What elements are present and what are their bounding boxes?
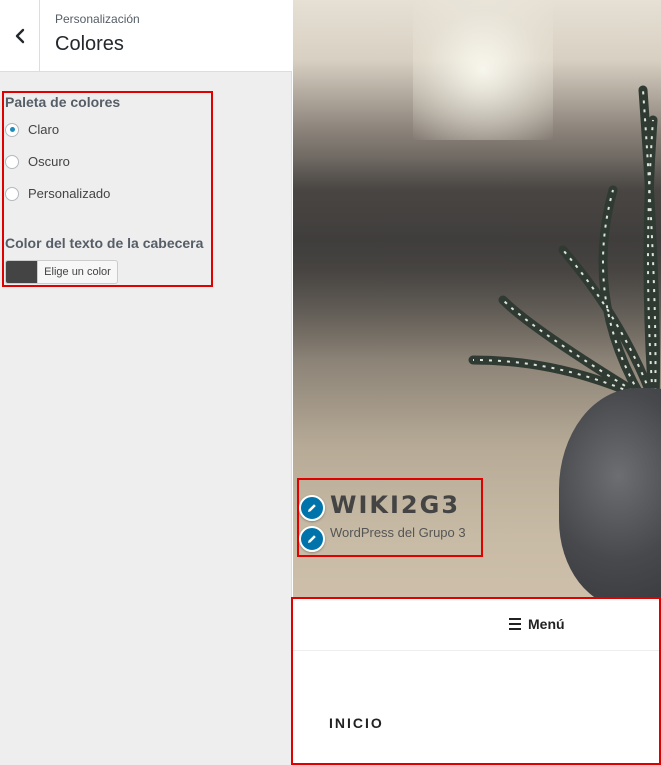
nav-bar: Menú: [293, 597, 661, 651]
plant-image: [468, 85, 660, 405]
radio-option-oscuro[interactable]: Oscuro: [5, 154, 70, 169]
menu-toggle-label: Menú: [528, 616, 565, 632]
pencil-icon: [308, 504, 316, 512]
chevron-left-icon: [15, 28, 24, 43]
edit-site-title-button[interactable]: [299, 495, 325, 521]
panel-header: Personalización Colores: [0, 0, 292, 72]
edit-site-description-button[interactable]: [299, 526, 325, 552]
header-text-color-heading: Color del texto de la cabecera: [5, 235, 204, 251]
radio-label: Oscuro: [28, 154, 70, 169]
color-picker-button[interactable]: Elige un color: [5, 260, 118, 284]
panel-title: Colores: [55, 33, 124, 55]
color-swatch[interactable]: [6, 261, 37, 283]
radio-option-personalizado[interactable]: Personalizado: [5, 186, 110, 201]
palette-heading: Paleta de colores: [5, 94, 121, 110]
customizer-sidebar: Personalización Colores Paleta de colore…: [0, 0, 292, 765]
radio-button[interactable]: [5, 154, 19, 169]
site-navigation: Menú INICIO: [293, 597, 661, 765]
color-picker-label: Elige un color: [37, 261, 117, 283]
site-description: WordPress del Grupo 3: [330, 525, 466, 540]
radio-label: Claro: [28, 122, 60, 137]
menu-toggle-button[interactable]: Menú: [509, 616, 565, 632]
breadcrumb: Personalización: [55, 12, 140, 26]
radio-label: Personalizado: [28, 186, 111, 201]
header-image: WIKI2G3 WordPress del Grupo 3: [293, 0, 661, 597]
pencil-icon: [308, 535, 316, 543]
site-title[interactable]: WIKI2G3: [330, 491, 460, 519]
radio-button-checked[interactable]: [5, 122, 19, 137]
site-preview: WIKI2G3 WordPress del Grupo 3 Menú INICI…: [293, 0, 661, 765]
radio-button[interactable]: [5, 186, 19, 201]
back-button[interactable]: [0, 0, 40, 71]
hamburger-icon: [509, 618, 521, 630]
radio-option-claro[interactable]: Claro: [5, 122, 59, 137]
nav-item-inicio[interactable]: INICIO: [329, 715, 384, 731]
